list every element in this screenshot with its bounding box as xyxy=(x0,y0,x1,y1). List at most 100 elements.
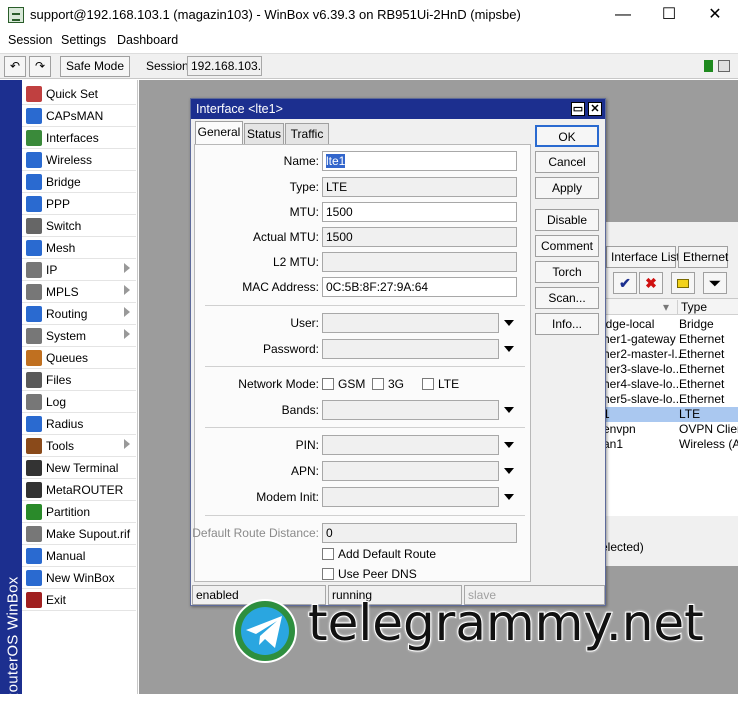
sidebar-item-manual[interactable]: Manual xyxy=(22,545,136,567)
dialog-close-icon[interactable]: ✕ xyxy=(588,102,602,116)
table-row[interactable]: her5-slave-lo... Ethernet xyxy=(601,392,738,407)
sidebar-item-label: Queues xyxy=(46,351,89,365)
bands-dropdown-icon[interactable] xyxy=(504,407,514,413)
sidebar-item-radius[interactable]: Radius xyxy=(22,413,136,435)
gsm-checkbox[interactable] xyxy=(322,378,334,390)
sidebar-item-mpls[interactable]: MPLS xyxy=(22,281,136,303)
menu-settings[interactable]: Settings xyxy=(61,33,106,47)
sidebar-item-bridge[interactable]: Bridge xyxy=(22,171,136,193)
dialog-maximize-icon[interactable]: ▭ xyxy=(571,102,585,116)
sidebar-item-tools[interactable]: Tools xyxy=(22,435,136,457)
tab-traffic[interactable]: Traffic xyxy=(285,123,329,144)
name-input[interactable]: lte1 xyxy=(322,151,517,171)
table-row[interactable]: envpn OVPN Client xyxy=(601,422,738,437)
network-mode-label: Network Mode: xyxy=(238,377,319,391)
mac-address-input[interactable]: 0C:5B:8F:27:9A:64 xyxy=(322,277,517,297)
sidebar-item-routing[interactable]: Routing xyxy=(22,303,136,325)
disable-button[interactable]: Disable xyxy=(535,209,599,231)
interface-name-cell: an1 xyxy=(603,437,624,451)
disable-icon[interactable]: ✖ xyxy=(639,272,663,294)
apn-input[interactable] xyxy=(322,461,499,481)
apply-button[interactable]: Apply xyxy=(535,177,599,199)
sidebar-item-queues[interactable]: Queues xyxy=(22,347,136,369)
tab-status[interactable]: Status xyxy=(244,123,284,144)
sidebar-item-files[interactable]: Files xyxy=(22,369,136,391)
enable-icon[interactable]: ✔ xyxy=(613,272,637,294)
comment-icon[interactable] xyxy=(671,272,695,294)
maximize-button[interactable]: ☐ xyxy=(646,0,692,30)
info-button[interactable]: Info... xyxy=(535,313,599,335)
password-input[interactable] xyxy=(322,339,499,359)
sidebar-item-log[interactable]: Log xyxy=(22,391,136,413)
sidebar-item-system[interactable]: System xyxy=(22,325,136,347)
sidebar-item-wireless[interactable]: Wireless xyxy=(22,149,136,171)
torch-button[interactable]: Torch xyxy=(535,261,599,283)
ok-button[interactable]: OK xyxy=(535,125,599,147)
cancel-button[interactable]: Cancel xyxy=(535,151,599,173)
menu-session[interactable]: Session xyxy=(8,33,52,47)
sidebar-item-interfaces[interactable]: Interfaces xyxy=(22,127,136,149)
interface-name-cell: envpn xyxy=(603,422,636,436)
session-field[interactable]: 192.168.103.1 xyxy=(187,56,262,76)
sidebar-item-metarouter[interactable]: MetaROUTER xyxy=(22,479,136,501)
table-row[interactable]: an1 Wireless (Ath xyxy=(601,437,738,452)
default-route-distance-field[interactable]: 0 xyxy=(322,523,517,543)
sidebar-item-partition[interactable]: Partition xyxy=(22,501,136,523)
pin-label: PIN: xyxy=(295,438,319,452)
table-row[interactable]: 1 LTE xyxy=(601,407,738,422)
sidebar-item-ip[interactable]: IP xyxy=(22,259,136,281)
sidebar-item-quick-set[interactable]: Quick Set xyxy=(22,83,136,105)
sidebar-item-label: Files xyxy=(46,373,72,387)
sidebar-item-mesh[interactable]: Mesh xyxy=(22,237,136,259)
column-header-type[interactable]: Type xyxy=(677,300,707,314)
table-row[interactable]: her1-gateway Ethernet xyxy=(601,332,738,347)
bands-select[interactable] xyxy=(322,400,499,420)
sidebar-item-capsman[interactable]: CAPsMAN xyxy=(22,105,136,127)
sidebar-item-switch[interactable]: Switch xyxy=(22,215,136,237)
filter-icon[interactable]: ⏷ xyxy=(703,272,727,294)
menu-dashboard[interactable]: Dashboard xyxy=(117,33,178,47)
table-row[interactable]: her2-master-l... Ethernet xyxy=(601,347,738,362)
user-input[interactable] xyxy=(322,313,499,333)
lte-checkbox[interactable] xyxy=(422,378,434,390)
apn-dropdown-icon[interactable] xyxy=(504,468,514,474)
actual-mtu-label: Actual MTU: xyxy=(252,230,319,244)
sidebar-item-new-winbox[interactable]: New WinBox xyxy=(22,567,136,589)
comment-button[interactable]: Comment xyxy=(535,235,599,257)
type-label: Type: xyxy=(289,180,319,194)
3g-checkbox[interactable] xyxy=(372,378,384,390)
redo-button[interactable]: ↷ xyxy=(29,56,51,77)
undo-icon: ↶ xyxy=(9,59,21,73)
sidebar-item-ppp[interactable]: PPP xyxy=(22,193,136,215)
use-peer-dns-checkbox[interactable] xyxy=(322,568,334,580)
interface-list-status: elected) xyxy=(601,540,644,554)
pin-dropdown-icon[interactable] xyxy=(504,442,514,448)
tab-interface-list[interactable]: Interface List xyxy=(606,246,680,268)
general-tab-panel: Name: Type: MTU: Actual MTU: L2 MTU: MAC… xyxy=(192,144,531,583)
table-row[interactable]: her3-slave-lo... Ethernet xyxy=(601,362,738,377)
user-dropdown-icon[interactable] xyxy=(504,320,514,326)
modem-init-dropdown-icon[interactable] xyxy=(504,494,514,500)
password-dropdown-icon[interactable] xyxy=(504,346,514,352)
tab-general[interactable]: General xyxy=(195,121,243,145)
sidebar-item-make-supout-rif[interactable]: Make Supout.rif xyxy=(22,523,136,545)
scan-button[interactable]: Scan... xyxy=(535,287,599,309)
pin-input[interactable] xyxy=(322,435,499,455)
tab-ethernet[interactable]: Ethernet xyxy=(678,246,728,268)
minimize-button[interactable]: — xyxy=(600,0,646,30)
watermark: telegrammy.net xyxy=(232,593,738,668)
table-row[interactable]: idge-local Bridge xyxy=(601,317,738,332)
undo-button[interactable]: ↶ xyxy=(4,56,26,77)
mtu-input[interactable]: 1500 xyxy=(322,202,517,222)
label-column: Name: Type: MTU: Actual MTU: L2 MTU: MAC… xyxy=(192,145,319,583)
files-icon xyxy=(26,372,42,388)
add-default-route-checkbox[interactable] xyxy=(322,548,334,560)
safe-mode-button[interactable]: Safe Mode xyxy=(60,56,130,77)
modem-init-input[interactable] xyxy=(322,487,499,507)
radius-icon xyxy=(26,416,42,432)
hide-passwords-icon[interactable] xyxy=(718,60,730,72)
sidebar-item-exit[interactable]: Exit xyxy=(22,589,136,611)
close-button[interactable]: ✕ xyxy=(692,0,738,30)
sidebar-item-new-terminal[interactable]: New Terminal xyxy=(22,457,136,479)
table-row[interactable]: her4-slave-lo... Ethernet xyxy=(601,377,738,392)
